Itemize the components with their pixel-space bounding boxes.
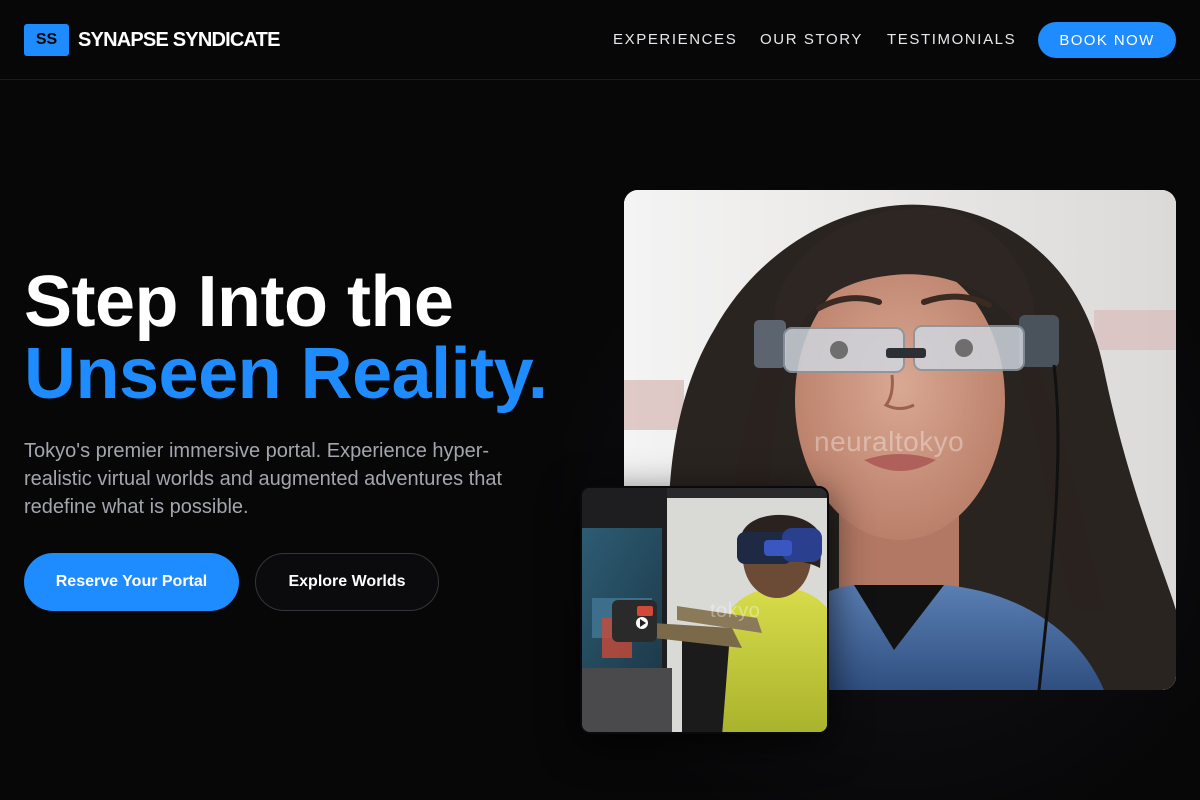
logo-badge[interactable]: SS	[24, 24, 69, 56]
brand-name[interactable]: SYNAPSE SYNDICATE	[78, 29, 280, 52]
hero-photo-vr-headset: tokyo	[580, 486, 829, 734]
vr-headset-player-illustration	[582, 488, 827, 732]
headline-line-1: Step Into the	[24, 262, 454, 342]
reserve-portal-button[interactable]: Reserve Your Portal	[24, 553, 239, 611]
book-now-button[interactable]: BOOK NOW	[1038, 22, 1176, 58]
nav-link-testimonials[interactable]: TESTIMONIALS	[887, 31, 1016, 48]
nav-link-our-story[interactable]: OUR STORY	[760, 31, 863, 48]
hero-headline: Step Into the Unseen Reality.	[24, 266, 584, 410]
headline-line-2: Unseen Reality.	[24, 334, 548, 414]
hero-subtext: Tokyo's premier immersive portal. Experi…	[24, 440, 503, 518]
main-photo-watermark: neuraltokyo	[814, 426, 965, 457]
nav-link-experiences[interactable]: EXPERIENCES	[613, 31, 737, 48]
small-photo-watermark: tokyo	[710, 600, 761, 622]
explore-worlds-button[interactable]: Explore Worlds	[255, 553, 439, 611]
top-navigation: SS SYNAPSE SYNDICATE EXPERIENCES OUR STO…	[0, 0, 1200, 80]
